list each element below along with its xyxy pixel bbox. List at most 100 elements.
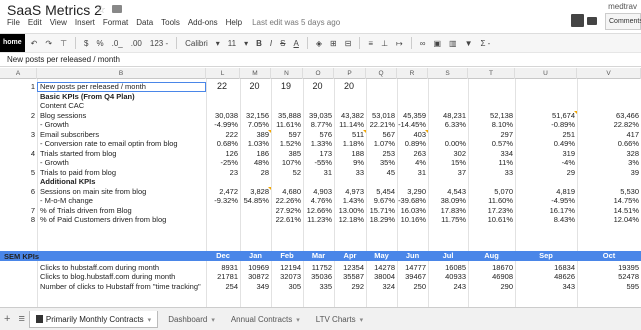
table-cell[interactable]: -4.99% bbox=[206, 120, 240, 130]
table-cell[interactable]: 5,070 bbox=[468, 187, 515, 197]
table-cell[interactable]: 15.71% bbox=[366, 206, 397, 216]
table-cell[interactable]: 417 bbox=[577, 130, 641, 140]
table-cell[interactable]: 222 bbox=[206, 130, 240, 140]
row-label-cell[interactable]: Email subscribers bbox=[37, 130, 206, 140]
table-cell[interactable]: 19395 bbox=[577, 263, 641, 273]
align-icon[interactable]: ≡ bbox=[368, 39, 373, 48]
table-cell[interactable]: 1.52% bbox=[271, 139, 303, 149]
month-header-cell[interactable]: Sep bbox=[515, 251, 577, 261]
table-cell[interactable]: 27.92% bbox=[271, 206, 303, 216]
table-cell[interactable] bbox=[303, 101, 334, 111]
table-cell[interactable]: 8.77% bbox=[303, 120, 334, 130]
italic-button[interactable]: I bbox=[270, 39, 272, 48]
row-number[interactable]: 5 bbox=[0, 168, 37, 178]
comment-marker-icon[interactable] bbox=[268, 186, 271, 190]
table-cell[interactable]: -0.89% bbox=[515, 120, 577, 130]
column-header[interactable]: S bbox=[428, 68, 468, 79]
table-cell[interactable] bbox=[271, 92, 303, 102]
table-cell[interactable]: 23 bbox=[206, 168, 240, 178]
chevron-down-icon[interactable]: ▾ bbox=[211, 317, 215, 324]
table-cell[interactable]: 290 bbox=[468, 282, 515, 292]
row-number[interactable]: 2 bbox=[0, 111, 37, 121]
table-cell[interactable]: 319 bbox=[515, 149, 577, 159]
table-cell[interactable]: 35036 bbox=[303, 272, 334, 282]
table-cell[interactable] bbox=[468, 101, 515, 111]
table-cell[interactable]: 38004 bbox=[366, 272, 397, 282]
add-sheet-icon[interactable]: + bbox=[4, 313, 10, 325]
table-cell[interactable] bbox=[366, 101, 397, 111]
table-cell[interactable]: 22.82% bbox=[577, 120, 641, 130]
table-cell[interactable]: 30,038 bbox=[206, 111, 240, 121]
decrease-decimal-button[interactable]: .0_ bbox=[112, 39, 123, 48]
table-cell[interactable]: 43,382 bbox=[334, 111, 366, 121]
menu-addons[interactable]: Add-ons bbox=[188, 18, 218, 31]
table-cell[interactable]: 63,466 bbox=[577, 111, 641, 121]
table-cell[interactable] bbox=[515, 177, 577, 187]
table-cell[interactable]: 5,530 bbox=[577, 187, 641, 197]
column-header[interactable]: M bbox=[240, 68, 271, 79]
table-cell[interactable]: 11.23% bbox=[303, 215, 334, 225]
table-cell[interactable]: 1.07% bbox=[366, 139, 397, 149]
table-cell[interactable]: 21781 bbox=[206, 272, 240, 282]
table-cell[interactable]: 343 bbox=[515, 282, 577, 292]
table-cell[interactable]: 302 bbox=[428, 149, 468, 159]
table-cell[interactable]: 46908 bbox=[468, 272, 515, 282]
table-cell[interactable]: 9.67% bbox=[366, 196, 397, 206]
row-label-cell[interactable]: New posts per released / month bbox=[37, 82, 206, 92]
table-cell[interactable]: 22.26% bbox=[271, 196, 303, 206]
table-cell[interactable]: 11.60% bbox=[468, 196, 515, 206]
table-cell[interactable]: 48,231 bbox=[428, 111, 468, 121]
table-cell[interactable]: 29 bbox=[515, 168, 577, 178]
table-cell[interactable] bbox=[271, 177, 303, 187]
table-cell[interactable]: 3,290 bbox=[397, 187, 428, 197]
link-icon[interactable]: ∞ bbox=[420, 39, 426, 48]
table-cell[interactable]: 11.61% bbox=[271, 120, 303, 130]
increase-decimal-button[interactable]: .00 bbox=[131, 39, 142, 48]
row-label-cell[interactable]: Content CAC bbox=[37, 101, 206, 111]
table-cell[interactable]: 48% bbox=[240, 158, 271, 168]
bold-button[interactable]: B bbox=[256, 39, 262, 48]
number-format-dropdown[interactable]: 123 - bbox=[150, 39, 168, 48]
table-cell[interactable]: 3,828 bbox=[240, 187, 271, 197]
table-cell[interactable]: 389 bbox=[240, 130, 271, 140]
comment-icon[interactable]: ▣ bbox=[433, 39, 441, 48]
chart-icon[interactable]: ▥ bbox=[449, 39, 457, 48]
row-number[interactable]: 7 bbox=[0, 206, 37, 216]
table-cell[interactable]: 48626 bbox=[515, 272, 577, 282]
text-color-button[interactable]: A bbox=[293, 39, 298, 48]
table-cell[interactable]: 32073 bbox=[271, 272, 303, 282]
chevron-down-icon[interactable]: ▾ bbox=[244, 39, 248, 48]
table-cell[interactable]: 11% bbox=[468, 158, 515, 168]
row-number[interactable]: 4 bbox=[0, 149, 37, 159]
row-number[interactable] bbox=[0, 101, 37, 111]
table-cell[interactable]: 11752 bbox=[303, 263, 334, 273]
menu-edit[interactable]: Edit bbox=[28, 18, 42, 31]
comment-marker-icon[interactable] bbox=[268, 129, 271, 133]
table-cell[interactable]: 33 bbox=[334, 168, 366, 178]
table-cell[interactable]: -4% bbox=[515, 158, 577, 168]
table-cell[interactable]: 18670 bbox=[468, 263, 515, 273]
table-cell[interactable]: 37 bbox=[428, 168, 468, 178]
table-cell[interactable]: 28 bbox=[240, 168, 271, 178]
font-dropdown[interactable]: Calibri bbox=[185, 39, 208, 48]
table-cell[interactable]: 597 bbox=[271, 130, 303, 140]
row-label-cell[interactable]: Trials to paid from blog bbox=[37, 168, 206, 178]
table-cell[interactable]: 595 bbox=[577, 282, 641, 292]
table-cell[interactable]: 186 bbox=[240, 149, 271, 159]
table-cell[interactable]: 22.21% bbox=[366, 120, 397, 130]
table-cell[interactable]: 32,156 bbox=[240, 111, 271, 121]
row-number[interactable] bbox=[0, 120, 37, 130]
table-cell[interactable]: 107% bbox=[271, 158, 303, 168]
table-cell[interactable]: 10.16% bbox=[397, 215, 428, 225]
chevron-down-icon[interactable]: ▾ bbox=[216, 39, 220, 48]
table-cell[interactable]: 16834 bbox=[515, 263, 577, 273]
table-cell[interactable]: 8.43% bbox=[515, 215, 577, 225]
table-cell[interactable]: 14.75% bbox=[577, 196, 641, 206]
row-number[interactable]: 6 bbox=[0, 187, 37, 197]
month-header-cell[interactable]: Jul bbox=[428, 251, 468, 261]
table-cell[interactable] bbox=[577, 92, 641, 102]
table-cell[interactable]: 12.18% bbox=[334, 215, 366, 225]
table-cell[interactable] bbox=[428, 101, 468, 111]
table-cell[interactable]: 39 bbox=[577, 168, 641, 178]
table-cell[interactable]: 54.85% bbox=[240, 196, 271, 206]
